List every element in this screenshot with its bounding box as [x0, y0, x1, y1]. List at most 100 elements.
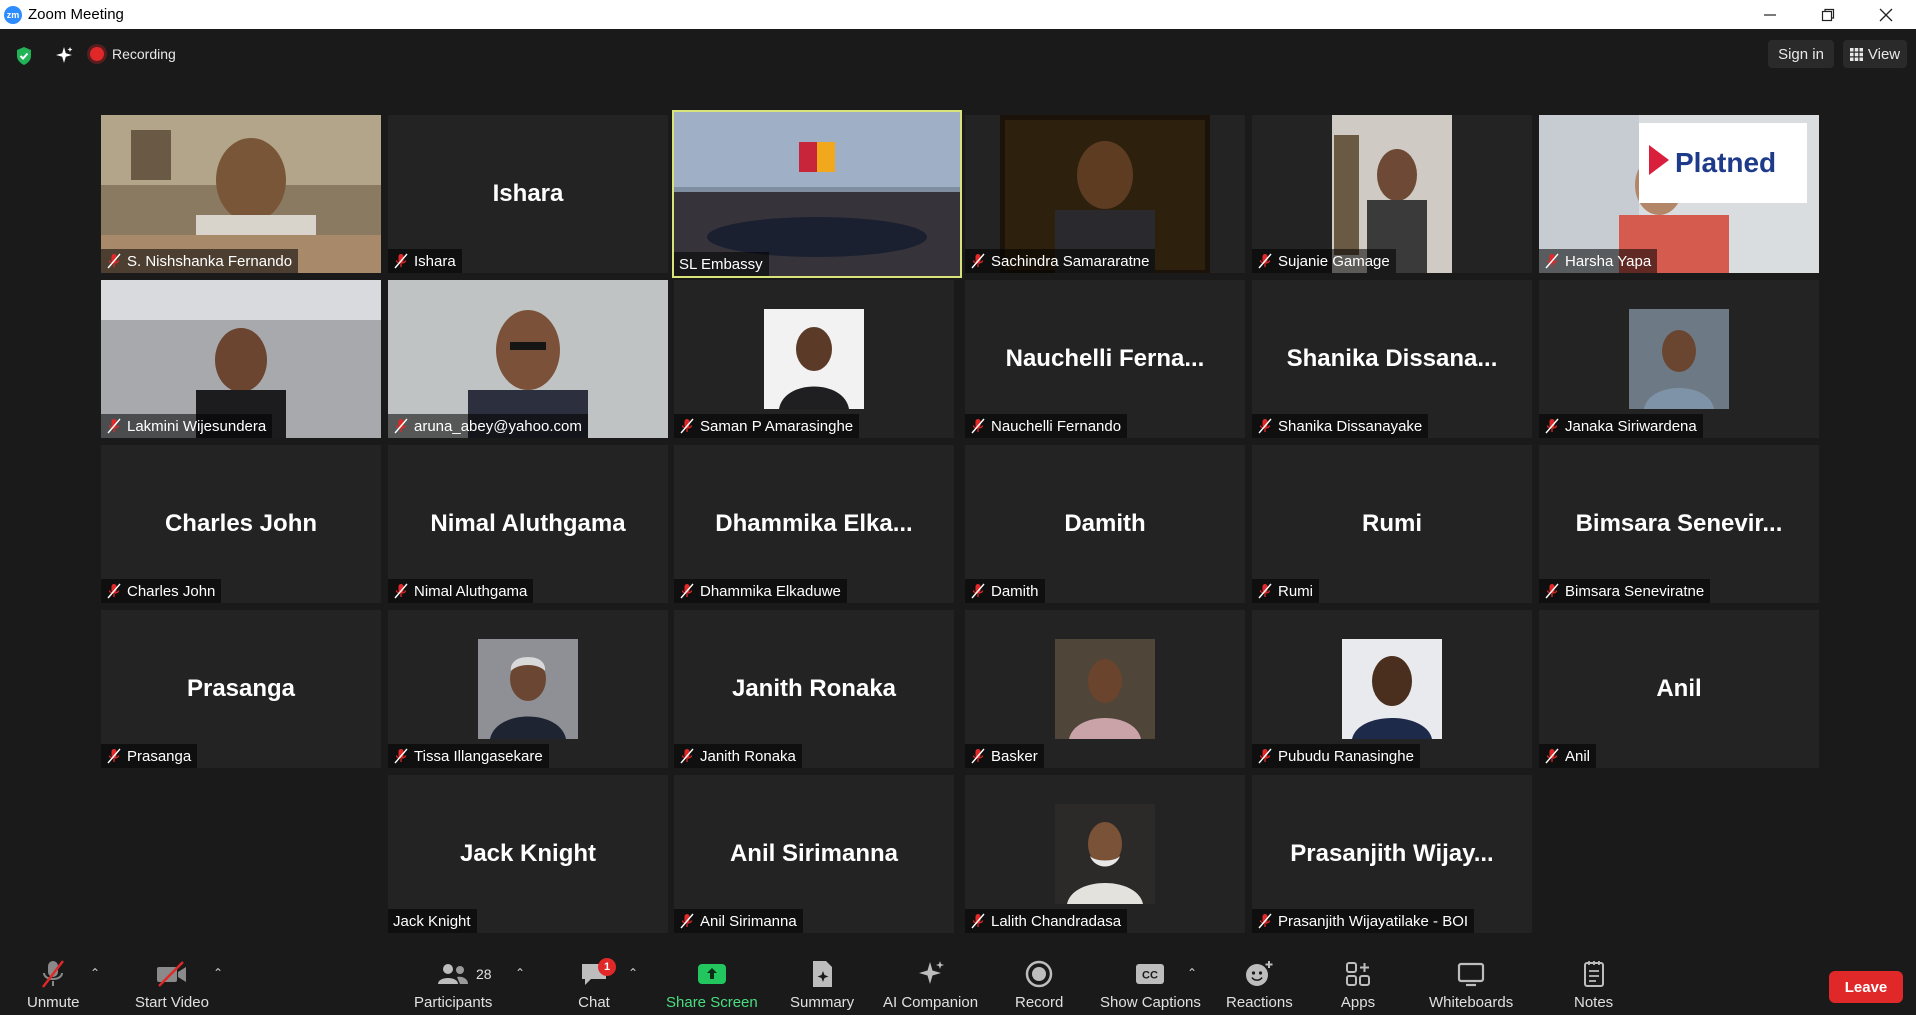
share-screen-button[interactable]: Share Screen: [666, 958, 758, 1011]
participant-tile[interactable]: Charles John Charles John: [101, 445, 381, 603]
muted-mic-icon: [971, 583, 985, 599]
participant-tile[interactable]: Anil Anil: [1539, 610, 1819, 768]
restore-button[interactable]: [1799, 0, 1857, 29]
reactions-label: Reactions: [1226, 994, 1293, 1011]
participant-name: Rumi: [1278, 582, 1314, 600]
grid-icon: [1849, 47, 1863, 61]
muted-mic-icon: [971, 418, 985, 434]
summary-label: Summary: [790, 994, 855, 1011]
participant-caption: Bimsara Seneviratne: [1539, 579, 1711, 603]
participant-name: S. Nishshanka Fernando: [127, 252, 293, 270]
participant-caption: Damith: [965, 579, 1045, 603]
participant-caption: Dhammika Elkaduwe: [674, 579, 847, 603]
notes-icon: [1583, 961, 1604, 987]
summary-button[interactable]: Summary: [790, 958, 854, 1011]
ai-companion-label: AI Companion: [883, 994, 979, 1011]
muted-mic-icon: [394, 583, 408, 599]
muted-mic-icon: [971, 253, 985, 269]
participant-name: Prasanga: [127, 747, 192, 765]
muted-mic-icon: [1258, 913, 1272, 929]
participants-count: 28: [476, 966, 492, 982]
participant-name: aruna_abey@yahoo.com: [414, 417, 582, 435]
participant-tile[interactable]: Saman P Amarasinghe: [674, 280, 954, 438]
minimize-icon: [1764, 13, 1776, 16]
ai-sparkle-icon[interactable]: [54, 45, 74, 65]
leave-button[interactable]: Leave: [1829, 971, 1903, 1003]
video-off-icon: [156, 961, 186, 987]
close-icon: [1879, 8, 1893, 21]
participant-tile[interactable]: S. Nishshanka Fernando: [101, 115, 381, 273]
participant-tile[interactable]: Sujanie Gamage: [1252, 115, 1532, 273]
muted-mic-icon: [1258, 418, 1272, 434]
participant-avatar-photo: [764, 309, 864, 409]
participant-caption: Ishara: [388, 249, 462, 273]
participant-tile[interactable]: Platned Harsha Yapa: [1539, 115, 1819, 273]
participant-tile[interactable]: Prasanjith Wijay... Prasanjith Wijayatil…: [1252, 775, 1532, 933]
participant-tile[interactable]: Bimsara Senevir... Bimsara Seneviratne: [1539, 445, 1819, 603]
participant-avatar-photo: [1629, 309, 1729, 409]
participant-tile[interactable]: Sachindra Samararatne: [965, 115, 1245, 273]
participant-name: Bimsara Seneviratne: [1565, 582, 1705, 600]
whiteboards-button[interactable]: Whiteboards: [1429, 958, 1513, 1011]
ai-companion-button[interactable]: AI Companion: [883, 958, 978, 1011]
participant-tile[interactable]: Basker: [965, 610, 1245, 768]
whiteboard-icon: [1458, 962, 1485, 987]
whiteboards-label: Whiteboards: [1429, 994, 1514, 1011]
unmute-button[interactable]: Unmute: [27, 958, 80, 1011]
muted-mic-icon: [1545, 418, 1559, 434]
security-shield-icon[interactable]: [14, 46, 34, 66]
recording-indicator[interactable]: Recording: [90, 42, 176, 66]
participant-caption: Prasanjith Wijayatilake - BOI: [1252, 909, 1475, 933]
sign-in-button[interactable]: Sign in: [1768, 40, 1834, 68]
notes-button[interactable]: Notes: [1574, 958, 1613, 1011]
start-video-button[interactable]: Start Video: [135, 958, 209, 1011]
participant-tile[interactable]: Shanika Dissana... Shanika Dissanayake: [1252, 280, 1532, 438]
captions-chevron-up-icon[interactable]: ⌃: [1187, 966, 1201, 980]
participant-tile[interactable]: Rumi Rumi: [1252, 445, 1532, 603]
view-button[interactable]: View: [1843, 40, 1907, 68]
participant-tile-active-speaker[interactable]: SL Embassy: [672, 110, 962, 278]
participant-tile[interactable]: Ishara Ishara: [388, 115, 668, 273]
participant-tile[interactable]: Anil Sirimanna Anil Sirimanna: [674, 775, 954, 933]
participant-caption: Jack Knight: [388, 909, 477, 933]
participant-tile[interactable]: Lakmini Wijesundera: [101, 280, 381, 438]
muted-mic-icon: [971, 748, 985, 764]
participant-tile[interactable]: Dhammika Elka... Dhammika Elkaduwe: [674, 445, 954, 603]
participant-caption: SL Embassy: [674, 252, 769, 276]
ai-companion-sparkle-icon: [918, 961, 944, 984]
participant-caption: Anil Sirimanna: [674, 909, 803, 933]
participant-tile[interactable]: aruna_abey@yahoo.com: [388, 280, 668, 438]
svg-text:CC: CC: [1143, 970, 1159, 982]
participant-caption: Lakmini Wijesundera: [101, 414, 273, 438]
participant-caption: Saman P Amarasinghe: [674, 414, 860, 438]
captions-cc-icon: CC: [1136, 964, 1165, 984]
record-button[interactable]: Record: [1015, 958, 1063, 1011]
participant-tile[interactable]: Pubudu Ranasinghe: [1252, 610, 1532, 768]
participant-tile[interactable]: Janith Ronaka Janith Ronaka: [674, 610, 954, 768]
close-button[interactable]: [1857, 0, 1915, 29]
participant-tile[interactable]: Tissa Illangasekare: [388, 610, 668, 768]
chat-unread-badge: 1: [598, 958, 616, 976]
participants-label: Participants: [414, 994, 493, 1011]
participants-chevron-up-icon[interactable]: ⌃: [515, 966, 529, 980]
muted-mic-icon: [1545, 748, 1559, 764]
participant-caption: aruna_abey@yahoo.com: [388, 414, 588, 438]
participant-caption: Basker: [965, 744, 1044, 768]
apps-label: Apps: [1340, 994, 1376, 1011]
participant-tile[interactable]: Nauchelli Ferna... Nauchelli Fernando: [965, 280, 1245, 438]
participant-tile[interactable]: Janaka Siriwardena: [1539, 280, 1819, 438]
show-captions-button[interactable]: CC Show Captions: [1100, 958, 1201, 1011]
participant-tile[interactable]: Jack Knight Jack Knight: [388, 775, 668, 933]
audio-options-chevron-up-icon[interactable]: ⌃: [90, 966, 104, 980]
reactions-emoji-icon: [1246, 961, 1273, 986]
participant-tile[interactable]: Lalith Chandradasa: [965, 775, 1245, 933]
minimize-button[interactable]: [1741, 0, 1799, 29]
video-options-chevron-up-icon[interactable]: ⌃: [213, 966, 227, 980]
apps-button[interactable]: Apps: [1340, 958, 1376, 1011]
participant-tile[interactable]: Damith Damith: [965, 445, 1245, 603]
share-screen-label: Share Screen: [666, 994, 758, 1011]
reactions-button[interactable]: Reactions: [1226, 958, 1293, 1011]
participant-tile[interactable]: Prasanga Prasanga: [101, 610, 381, 768]
chat-chevron-up-icon[interactable]: ⌃: [628, 966, 642, 980]
participant-tile[interactable]: Nimal Aluthgama Nimal Aluthgama: [388, 445, 668, 603]
